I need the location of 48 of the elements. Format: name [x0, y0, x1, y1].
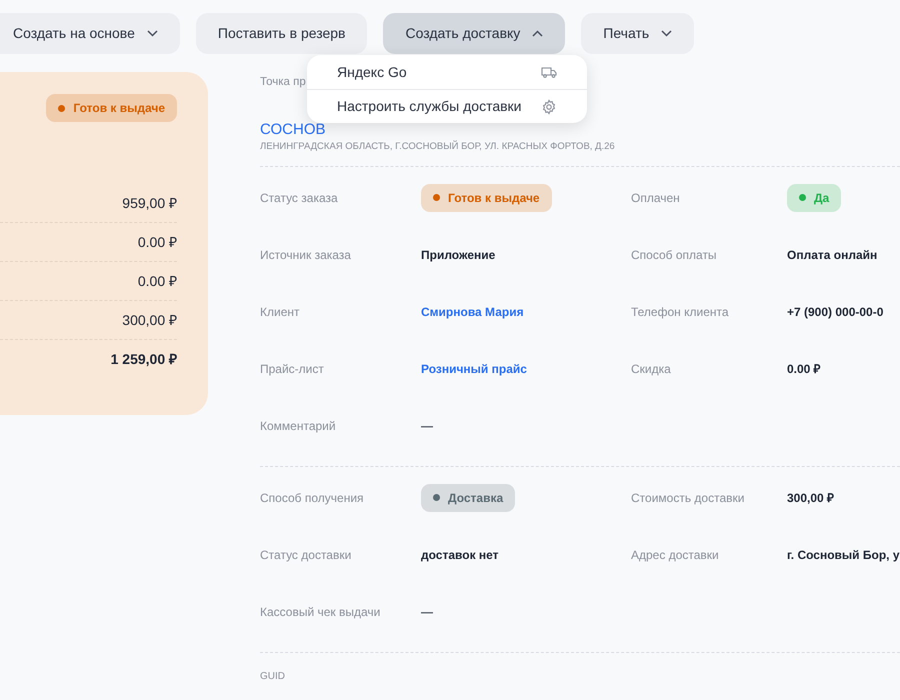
field-label: Статус доставки	[260, 546, 352, 564]
field-label: Комментарий	[260, 418, 337, 435]
field-value: 300,00 ₽	[787, 491, 834, 505]
field-label: Скидка	[631, 360, 672, 378]
field-link[interactable]: Розничный прайс	[421, 362, 527, 376]
field-label: Стоимость доставки	[631, 490, 746, 507]
amount-value: 0.00 ₽	[0, 223, 177, 262]
guid-label: GUID	[260, 670, 286, 684]
amount-value: 300,00 ₽	[0, 301, 177, 340]
toolbar-button[interactable]: Создать доставку	[383, 13, 566, 54]
settings-icon	[541, 98, 557, 114]
status-badge: Да	[787, 184, 842, 212]
toolbar-button[interactable]: Печать	[581, 13, 694, 54]
caret-icon	[661, 30, 672, 37]
pickup-point-link[interactable]: СОСНОВ	[260, 121, 326, 138]
field-label: Статус заказа	[260, 190, 339, 207]
field-value: +7 (900) 000-00-0	[787, 305, 884, 319]
field-label: Способ оплаты	[631, 246, 718, 264]
caret-icon	[532, 30, 544, 37]
amount-value: 959,00 ₽	[0, 184, 177, 223]
toolbar-button[interactable]: Создать на основе	[0, 13, 180, 54]
field-label: Кассовый чек выдачи	[260, 604, 382, 621]
empty-value: —	[421, 605, 433, 619]
field-label: Способ получения	[260, 490, 365, 507]
field-value: доставок нет	[421, 548, 499, 562]
field-label: Телефон клиента	[631, 304, 730, 321]
field-label: Оплачен	[631, 190, 681, 207]
field-label: Клиент	[260, 304, 300, 321]
amount-value: 0.00 ₽	[0, 262, 177, 301]
menu-item[interactable]: Яндекс Go	[307, 55, 587, 89]
caret-icon	[146, 30, 158, 37]
status-badge: Готов к выдаче	[46, 94, 177, 122]
field-label: Адрес доставки	[631, 546, 720, 564]
toolbar-button[interactable]: Поставить в резерв	[196, 13, 368, 54]
field-value: Оплата онлайн	[787, 248, 878, 262]
field-value: 0.00 ₽	[787, 362, 821, 376]
field-value: г. Сосновый Бор, у	[787, 548, 900, 562]
empty-value: —	[421, 419, 433, 433]
field-label: Источник заказа	[260, 246, 352, 264]
total-amount: 1 259,00 ₽	[110, 350, 177, 369]
pickup-point-label: Точка пр	[260, 76, 306, 88]
pickup-point-address: ЛЕНИНГРАДСКАЯ ОБЛАСТЬ, Г.СОСНОВЫЙ БОР, УЛ. КРАСНЫХ ФОРТОВ, Д.26	[260, 140, 900, 168]
field-label: Прайс-лист	[260, 360, 325, 378]
field-value: Приложение	[421, 248, 496, 262]
menu-item[interactable]: Настроить службы доставки	[307, 89, 587, 123]
status-badge: Доставка	[421, 484, 516, 512]
field-link[interactable]: Смирнова Мария	[421, 305, 524, 319]
status-badge: Готов к выдаче	[421, 184, 552, 212]
